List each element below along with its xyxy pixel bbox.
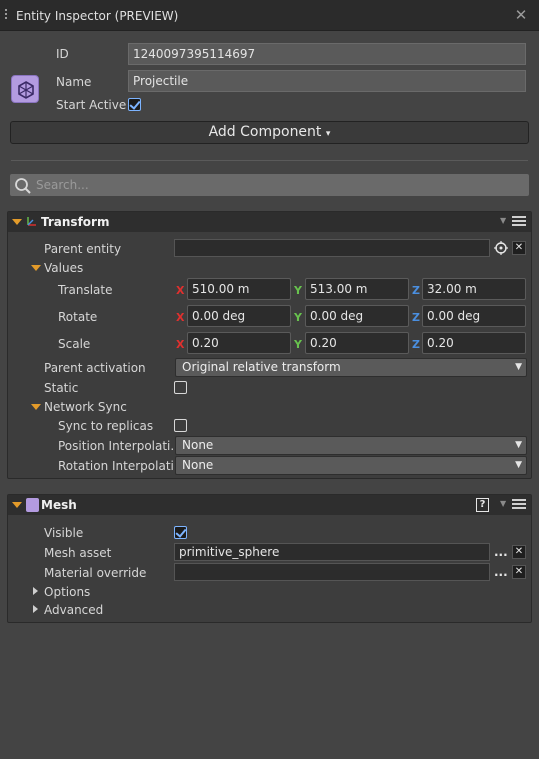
- sync-to-replicas-checkbox[interactable]: [174, 419, 187, 432]
- entity-glyph-icon: [18, 81, 34, 99]
- start-active-checkbox[interactable]: [128, 98, 141, 111]
- rotate-x-input[interactable]: 0.00 deg: [187, 305, 291, 327]
- values-label: Values: [44, 261, 84, 275]
- dropdown-caret-icon: ▼: [515, 362, 522, 372]
- transform-axis-icon: [27, 217, 36, 226]
- axis-z-label: Z: [412, 284, 420, 297]
- options-expand-icon[interactable]: [33, 587, 38, 595]
- id-label: ID: [56, 47, 69, 61]
- axis-x-label: X: [176, 311, 185, 324]
- drag-grip-icon[interactable]: [4, 9, 8, 23]
- position-interp-label: Position Interpolati...: [58, 439, 182, 453]
- add-component-button[interactable]: Add Component ▾: [10, 121, 529, 144]
- material-override-field[interactable]: [174, 563, 490, 581]
- parent-entity-label: Parent entity: [44, 242, 122, 256]
- chevron-down-icon[interactable]: ▼: [500, 216, 506, 225]
- scale-z-input[interactable]: 0.20: [422, 332, 526, 354]
- rotation-interp-select[interactable]: None ▼: [175, 456, 527, 475]
- collapse-triangle-icon[interactable]: [12, 502, 22, 508]
- scale-x-input[interactable]: 0.20: [187, 332, 291, 354]
- mesh-title: Mesh: [41, 498, 77, 512]
- entity-icon: [11, 75, 39, 103]
- target-picker-icon[interactable]: [493, 240, 509, 256]
- menu-icon[interactable]: [512, 499, 526, 511]
- chevron-down-icon: ▾: [325, 129, 331, 139]
- options-label[interactable]: Options: [44, 585, 90, 599]
- window-title: Entity Inspector (PREVIEW): [16, 9, 179, 23]
- translate-label: Translate: [58, 283, 113, 297]
- axis-y-label: Y: [294, 338, 302, 351]
- sync-to-replicas-label: Sync to replicas: [58, 419, 154, 433]
- chevron-down-icon[interactable]: ▼: [500, 499, 506, 508]
- mesh-asset-label: Mesh asset: [44, 546, 112, 560]
- rotation-interp-value: None: [182, 458, 214, 472]
- visible-label: Visible: [44, 526, 84, 540]
- static-label: Static: [44, 381, 79, 395]
- parent-activation-value: Original relative transform: [182, 360, 341, 374]
- translate-z-input[interactable]: 32.00 m: [422, 278, 526, 300]
- menu-icon[interactable]: [512, 216, 526, 228]
- dropdown-caret-icon: ▼: [515, 440, 522, 450]
- parent-entity-field[interactable]: [174, 239, 490, 257]
- search-icon: [15, 178, 31, 194]
- search-placeholder: Search...: [36, 178, 89, 192]
- start-active-label: Start Active: [56, 98, 127, 112]
- rotate-label: Rotate: [58, 310, 98, 324]
- advanced-label[interactable]: Advanced: [44, 603, 103, 617]
- name-label: Name: [56, 75, 92, 89]
- dropdown-caret-icon: ▼: [515, 460, 522, 470]
- rotation-interp-label: Rotation Interpolati...: [58, 459, 186, 473]
- network-sync-collapse-icon[interactable]: [31, 404, 41, 410]
- name-field[interactable]: Projectile: [128, 70, 526, 92]
- advanced-expand-icon[interactable]: [33, 605, 38, 613]
- mesh-component-icon: [26, 498, 39, 512]
- axis-z-label: Z: [412, 311, 420, 324]
- parent-activation-label: Parent activation: [44, 361, 146, 375]
- network-sync-label: Network Sync: [44, 400, 127, 414]
- close-icon[interactable]: ✕: [513, 6, 529, 24]
- position-interp-select[interactable]: None ▼: [175, 436, 527, 455]
- scale-label: Scale: [58, 337, 91, 351]
- static-checkbox[interactable]: [174, 381, 187, 394]
- material-override-label: Material override: [44, 566, 147, 580]
- scale-y-input[interactable]: 0.20: [305, 332, 409, 354]
- axis-x-label: X: [176, 284, 185, 297]
- axis-x-label: X: [176, 338, 185, 351]
- axis-z-label: Z: [412, 338, 420, 351]
- translate-y-input[interactable]: 513.00 m: [305, 278, 409, 300]
- mesh-header[interactable]: [8, 495, 531, 515]
- values-collapse-icon[interactable]: [31, 265, 41, 271]
- transform-title: Transform: [41, 215, 110, 229]
- rotate-z-input[interactable]: 0.00 deg: [422, 305, 526, 327]
- browse-button[interactable]: ...: [494, 565, 508, 579]
- browse-button[interactable]: ...: [494, 545, 508, 559]
- mesh-asset-field[interactable]: primitive_sphere: [174, 543, 490, 561]
- translate-x-input[interactable]: 510.00 m: [187, 278, 291, 300]
- axis-y-label: Y: [294, 284, 302, 297]
- clear-parent-button[interactable]: ✕: [512, 241, 526, 255]
- add-component-label: Add Component: [208, 124, 322, 140]
- axis-y-label: Y: [294, 311, 302, 324]
- parent-activation-select[interactable]: Original relative transform ▼: [175, 358, 527, 377]
- collapse-triangle-icon[interactable]: [12, 219, 22, 225]
- position-interp-value: None: [182, 438, 214, 452]
- divider: [11, 160, 528, 161]
- clear-mesh-asset-button[interactable]: ✕: [512, 545, 526, 559]
- help-icon[interactable]: ?: [476, 498, 489, 512]
- rotate-y-input[interactable]: 0.00 deg: [305, 305, 409, 327]
- id-field[interactable]: 1240097395114697: [128, 43, 526, 65]
- visible-checkbox[interactable]: [174, 526, 187, 539]
- clear-material-override-button[interactable]: ✕: [512, 565, 526, 579]
